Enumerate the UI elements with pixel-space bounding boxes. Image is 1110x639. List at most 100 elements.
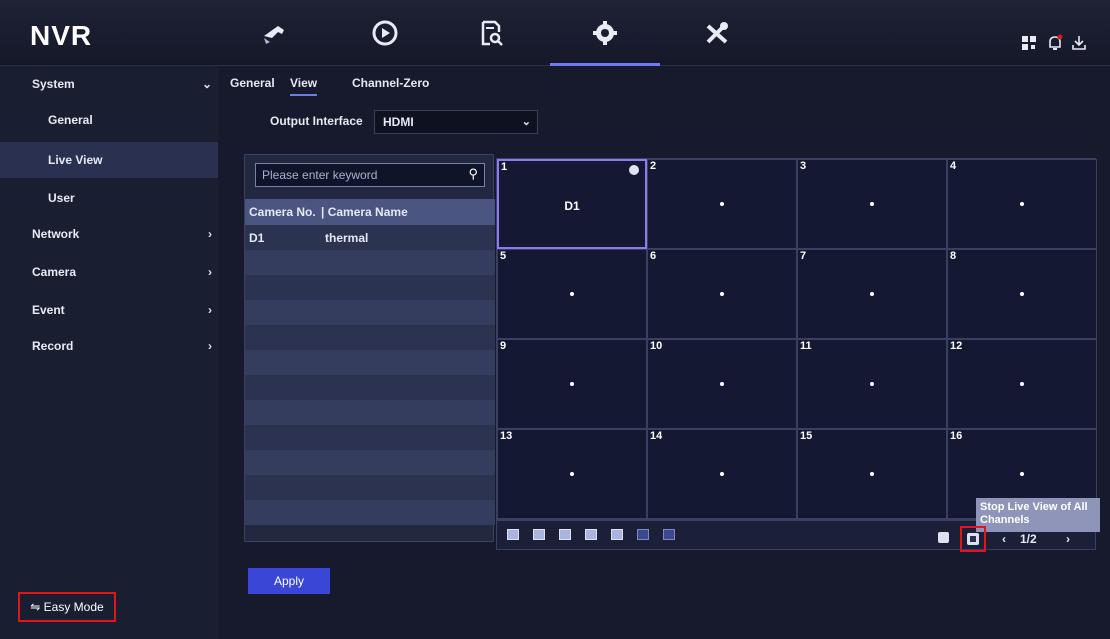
grid-cell-9[interactable]: 9 [497,339,647,429]
apply-button[interactable]: Apply [248,568,330,594]
empty-slot-icon [570,292,574,296]
previous-page-button[interactable]: ‹ [1002,532,1006,546]
grid-cell-3[interactable]: 3 [797,159,947,249]
grid-cell-11[interactable]: 11 [797,339,947,429]
empty-slot-icon [870,292,874,296]
cell-number: 6 [650,250,657,262]
empty-slot-icon [870,472,874,476]
cell-number: 9 [500,340,507,352]
layout-6-icon[interactable] [559,529,571,540]
nvr-logo: NVR [30,20,93,51]
column-header-camera-name: | Camera Name [321,205,408,219]
output-interface-value: HDMI [383,115,414,129]
camera-list-panel: Please enter keyword ⚲ Camera No. | Came… [244,154,495,542]
bell-icon[interactable] [1046,34,1064,52]
sidebar-item-network[interactable]: Network › [0,216,218,252]
table-row [245,475,495,500]
output-interface-select[interactable]: HDMI ⌄ [374,110,538,134]
empty-slot-icon [570,382,574,386]
table-row[interactable]: D1 thermal [245,225,495,250]
top-navigation-bar: NVR [0,0,1110,66]
grid-cell-6[interactable]: 6 [647,249,797,339]
gear-icon [593,21,617,45]
sidebar-item-live-view[interactable]: Live View [0,142,218,178]
empty-slot-icon [1020,382,1024,386]
sidebar-item-camera[interactable]: Camera › [0,254,218,290]
remove-camera-icon[interactable] [629,165,639,175]
empty-slot-icon [1020,292,1024,296]
sidebar-item-label: System [32,77,75,91]
empty-slot-icon [720,292,724,296]
next-page-button[interactable]: › [1066,532,1070,546]
cell-number: 14 [650,430,663,442]
cell-number: 4 [950,160,957,172]
grid-cell-2[interactable]: 2 [647,159,797,249]
grid-cell-14[interactable]: 14 [647,429,797,519]
cell-number: 11 [800,340,812,352]
search-input[interactable]: Please enter keyword ⚲ [255,163,485,187]
layout-4-icon[interactable] [533,529,545,540]
table-row [245,275,495,300]
sidebar-item-label: Camera [32,265,77,279]
cell-number: 10 [650,340,663,352]
cell-number: 16 [950,430,963,442]
wrench-screwdriver-icon [706,22,728,44]
grid-cell-12[interactable]: 12 [947,339,1097,429]
playback-nav-button[interactable] [330,14,440,66]
grid-cell-1[interactable]: 1 D1 [497,159,647,249]
camera-icon [264,26,284,44]
sidebar-item-event[interactable]: Event › [0,292,218,328]
stop-live-view-icon [967,533,979,545]
grid-cell-7[interactable]: 7 [797,249,947,339]
cell-number: 3 [800,160,807,172]
sidebar-item-label: General [48,113,93,127]
empty-slot-icon [1020,472,1024,476]
search-icon[interactable]: ⚲ [468,166,478,182]
tab-channel-zero[interactable]: Channel-Zero [352,76,429,94]
grid-cell-13[interactable]: 13 [497,429,647,519]
sidebar-item-label: Live View [48,153,103,167]
sidebar-item-label: Record [32,339,74,353]
sidebar-item-general[interactable]: General [0,102,218,138]
download-icon[interactable] [1070,34,1088,52]
live-view-layout-grid: 1 D1 2 3 4 5 6 7 8 9 10 11 12 13 14 15 1… [496,158,1097,520]
table-row [245,325,495,350]
layout-16-icon[interactable] [611,529,623,540]
cell-number: 7 [800,250,807,262]
grid-cell-10[interactable]: 10 [647,339,797,429]
table-row [245,300,495,325]
grid-cell-8[interactable]: 8 [947,249,1097,339]
table-row [245,425,495,450]
start-live-view-all-icon[interactable] [938,532,949,543]
sidebar-item-label: Network [32,227,80,241]
grid-cell-4[interactable]: 4 [947,159,1097,249]
cell-number: 5 [500,250,507,262]
stop-live-view-all-button[interactable] [960,526,986,552]
camera-no-cell: D1 [249,230,265,245]
sidebar-item-system[interactable]: System ⌄ [0,66,218,102]
empty-slot-icon [720,202,724,206]
layout-25-icon[interactable] [637,529,649,540]
layout-9-icon[interactable] [585,529,597,540]
search-nav-button[interactable] [436,14,546,66]
layout-1-icon[interactable] [507,529,519,540]
grid-cell-5[interactable]: 5 [497,249,647,339]
tab-general[interactable]: General [230,76,275,94]
settings-sidebar: System ⌄ General Live View User Network … [0,66,218,639]
layout-36-icon[interactable] [663,529,675,540]
tab-view[interactable]: View [290,76,318,96]
cell-camera-name: D1 [564,199,580,213]
settings-nav-button[interactable] [550,14,660,66]
maintenance-nav-button[interactable] [662,14,772,66]
cell-number: 1 [501,161,508,173]
table-row [245,400,495,425]
cell-number: 8 [950,250,957,262]
grid-cell-15[interactable]: 15 [797,429,947,519]
sidebar-item-record[interactable]: Record › [0,328,218,364]
sidebar-item-label: User [48,191,75,205]
live-view-nav-button[interactable] [218,14,328,66]
sidebar-item-user[interactable]: User [0,180,218,216]
qr-code-icon[interactable] [1020,34,1038,52]
empty-slot-icon [1020,202,1024,206]
easy-mode-button[interactable]: ⇋ Easy Mode [18,592,116,622]
